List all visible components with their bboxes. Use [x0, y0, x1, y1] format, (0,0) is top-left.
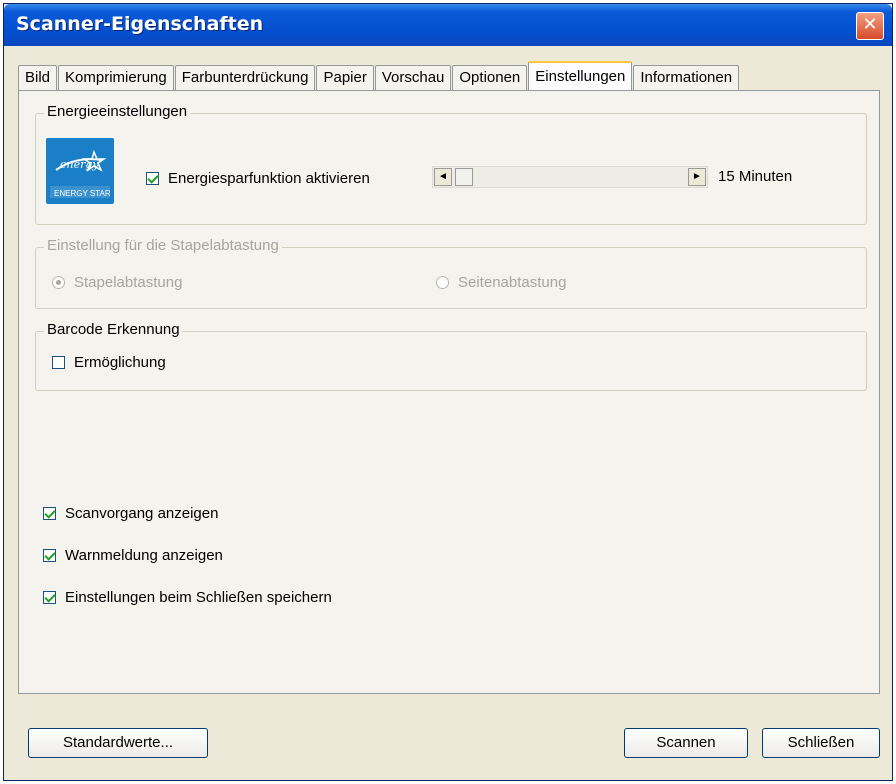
- defaults-button[interactable]: Standardwerte...: [28, 728, 208, 758]
- barcode-group: Barcode Erkennung Ermöglichung: [35, 321, 867, 391]
- slider-thumb[interactable]: [455, 168, 473, 186]
- show-warning-row[interactable]: Warnmeldung anzeigen: [43, 547, 223, 564]
- batch-scan-radio[interactable]: [52, 276, 65, 289]
- barcode-enable-checkbox[interactable]: [52, 356, 65, 369]
- energy-saving-label: Energiesparfunktion aktivieren: [168, 170, 370, 187]
- tab-bild[interactable]: Bild: [18, 65, 58, 90]
- energy-timeout-value: 15 Minuten: [718, 168, 793, 185]
- show-scan-progress-row[interactable]: Scanvorgang anzeigen: [43, 505, 218, 522]
- close-button[interactable]: Schließen: [762, 728, 880, 758]
- tab-strip: Bild Komprimierung Farbunterdrückung Pap…: [18, 61, 740, 91]
- title-bar[interactable]: Scanner-Eigenschaften ✕: [4, 4, 892, 46]
- close-icon[interactable]: ✕: [856, 12, 884, 40]
- show-warning-label: Warnmeldung anzeigen: [65, 547, 223, 564]
- svg-text:ENERGY STAR: ENERGY STAR: [54, 189, 111, 198]
- tab-einstellungen[interactable]: Einstellungen: [528, 61, 633, 91]
- page-scan-label: Seitenabtastung: [458, 274, 567, 291]
- batch-scan-legend: Einstellung für die Stapelabtastung: [44, 237, 282, 254]
- save-settings-on-close-row[interactable]: Einstellungen beim Schließen speichern: [43, 589, 332, 606]
- tab-vorschau[interactable]: Vorschau: [374, 65, 452, 90]
- tab-optionen[interactable]: Optionen: [452, 65, 528, 90]
- scanner-properties-dialog: Scanner-Eigenschaften ✕ Bild Komprimieru…: [3, 3, 893, 781]
- batch-scan-radio-row[interactable]: Stapelabtastung: [52, 274, 182, 291]
- slider-left-arrow-icon[interactable]: ◄: [434, 168, 452, 186]
- energy-timeout-slider[interactable]: ◄ ►: [432, 166, 708, 188]
- energy-star-logo: energy ENERGY STAR: [46, 138, 114, 204]
- energy-settings-legend: Energieeinstellungen: [44, 103, 191, 120]
- page-scan-radio[interactable]: [436, 276, 449, 289]
- svg-text:energy: energy: [60, 158, 99, 171]
- energy-saving-checkbox-row[interactable]: Energiesparfunktion aktivieren: [146, 170, 370, 187]
- save-settings-on-close-checkbox[interactable]: [43, 591, 56, 604]
- tab-farbunterdrueckung[interactable]: Farbunterdrückung: [174, 65, 316, 90]
- energy-saving-checkbox[interactable]: [146, 172, 159, 185]
- window-title: Scanner-Eigenschaften: [16, 13, 264, 35]
- batch-scan-label: Stapelabtastung: [74, 274, 183, 291]
- show-scan-progress-label: Scanvorgang anzeigen: [65, 505, 219, 522]
- page-scan-radio-row[interactable]: Seitenabtastung: [436, 274, 566, 291]
- barcode-enable-label: Ermöglichung: [74, 354, 166, 371]
- barcode-enable-row[interactable]: Ermöglichung: [52, 354, 166, 371]
- show-warning-checkbox[interactable]: [43, 549, 56, 562]
- slider-right-arrow-icon[interactable]: ►: [688, 168, 706, 186]
- settings-panel: Energieeinstellungen energy ENERGY STAR …: [18, 90, 880, 694]
- tab-papier[interactable]: Papier: [316, 65, 374, 90]
- tab-komprimierung[interactable]: Komprimierung: [58, 65, 174, 90]
- scan-button[interactable]: Scannen: [624, 728, 748, 758]
- energy-settings-group: Energieeinstellungen energy ENERGY STAR …: [35, 103, 867, 225]
- barcode-legend: Barcode Erkennung: [44, 321, 183, 338]
- show-scan-progress-checkbox[interactable]: [43, 507, 56, 520]
- save-settings-on-close-label: Einstellungen beim Schließen speichern: [65, 589, 332, 606]
- tab-informationen[interactable]: Informationen: [633, 65, 740, 90]
- batch-scan-group: Einstellung für die Stapelabtastung Stap…: [35, 237, 867, 309]
